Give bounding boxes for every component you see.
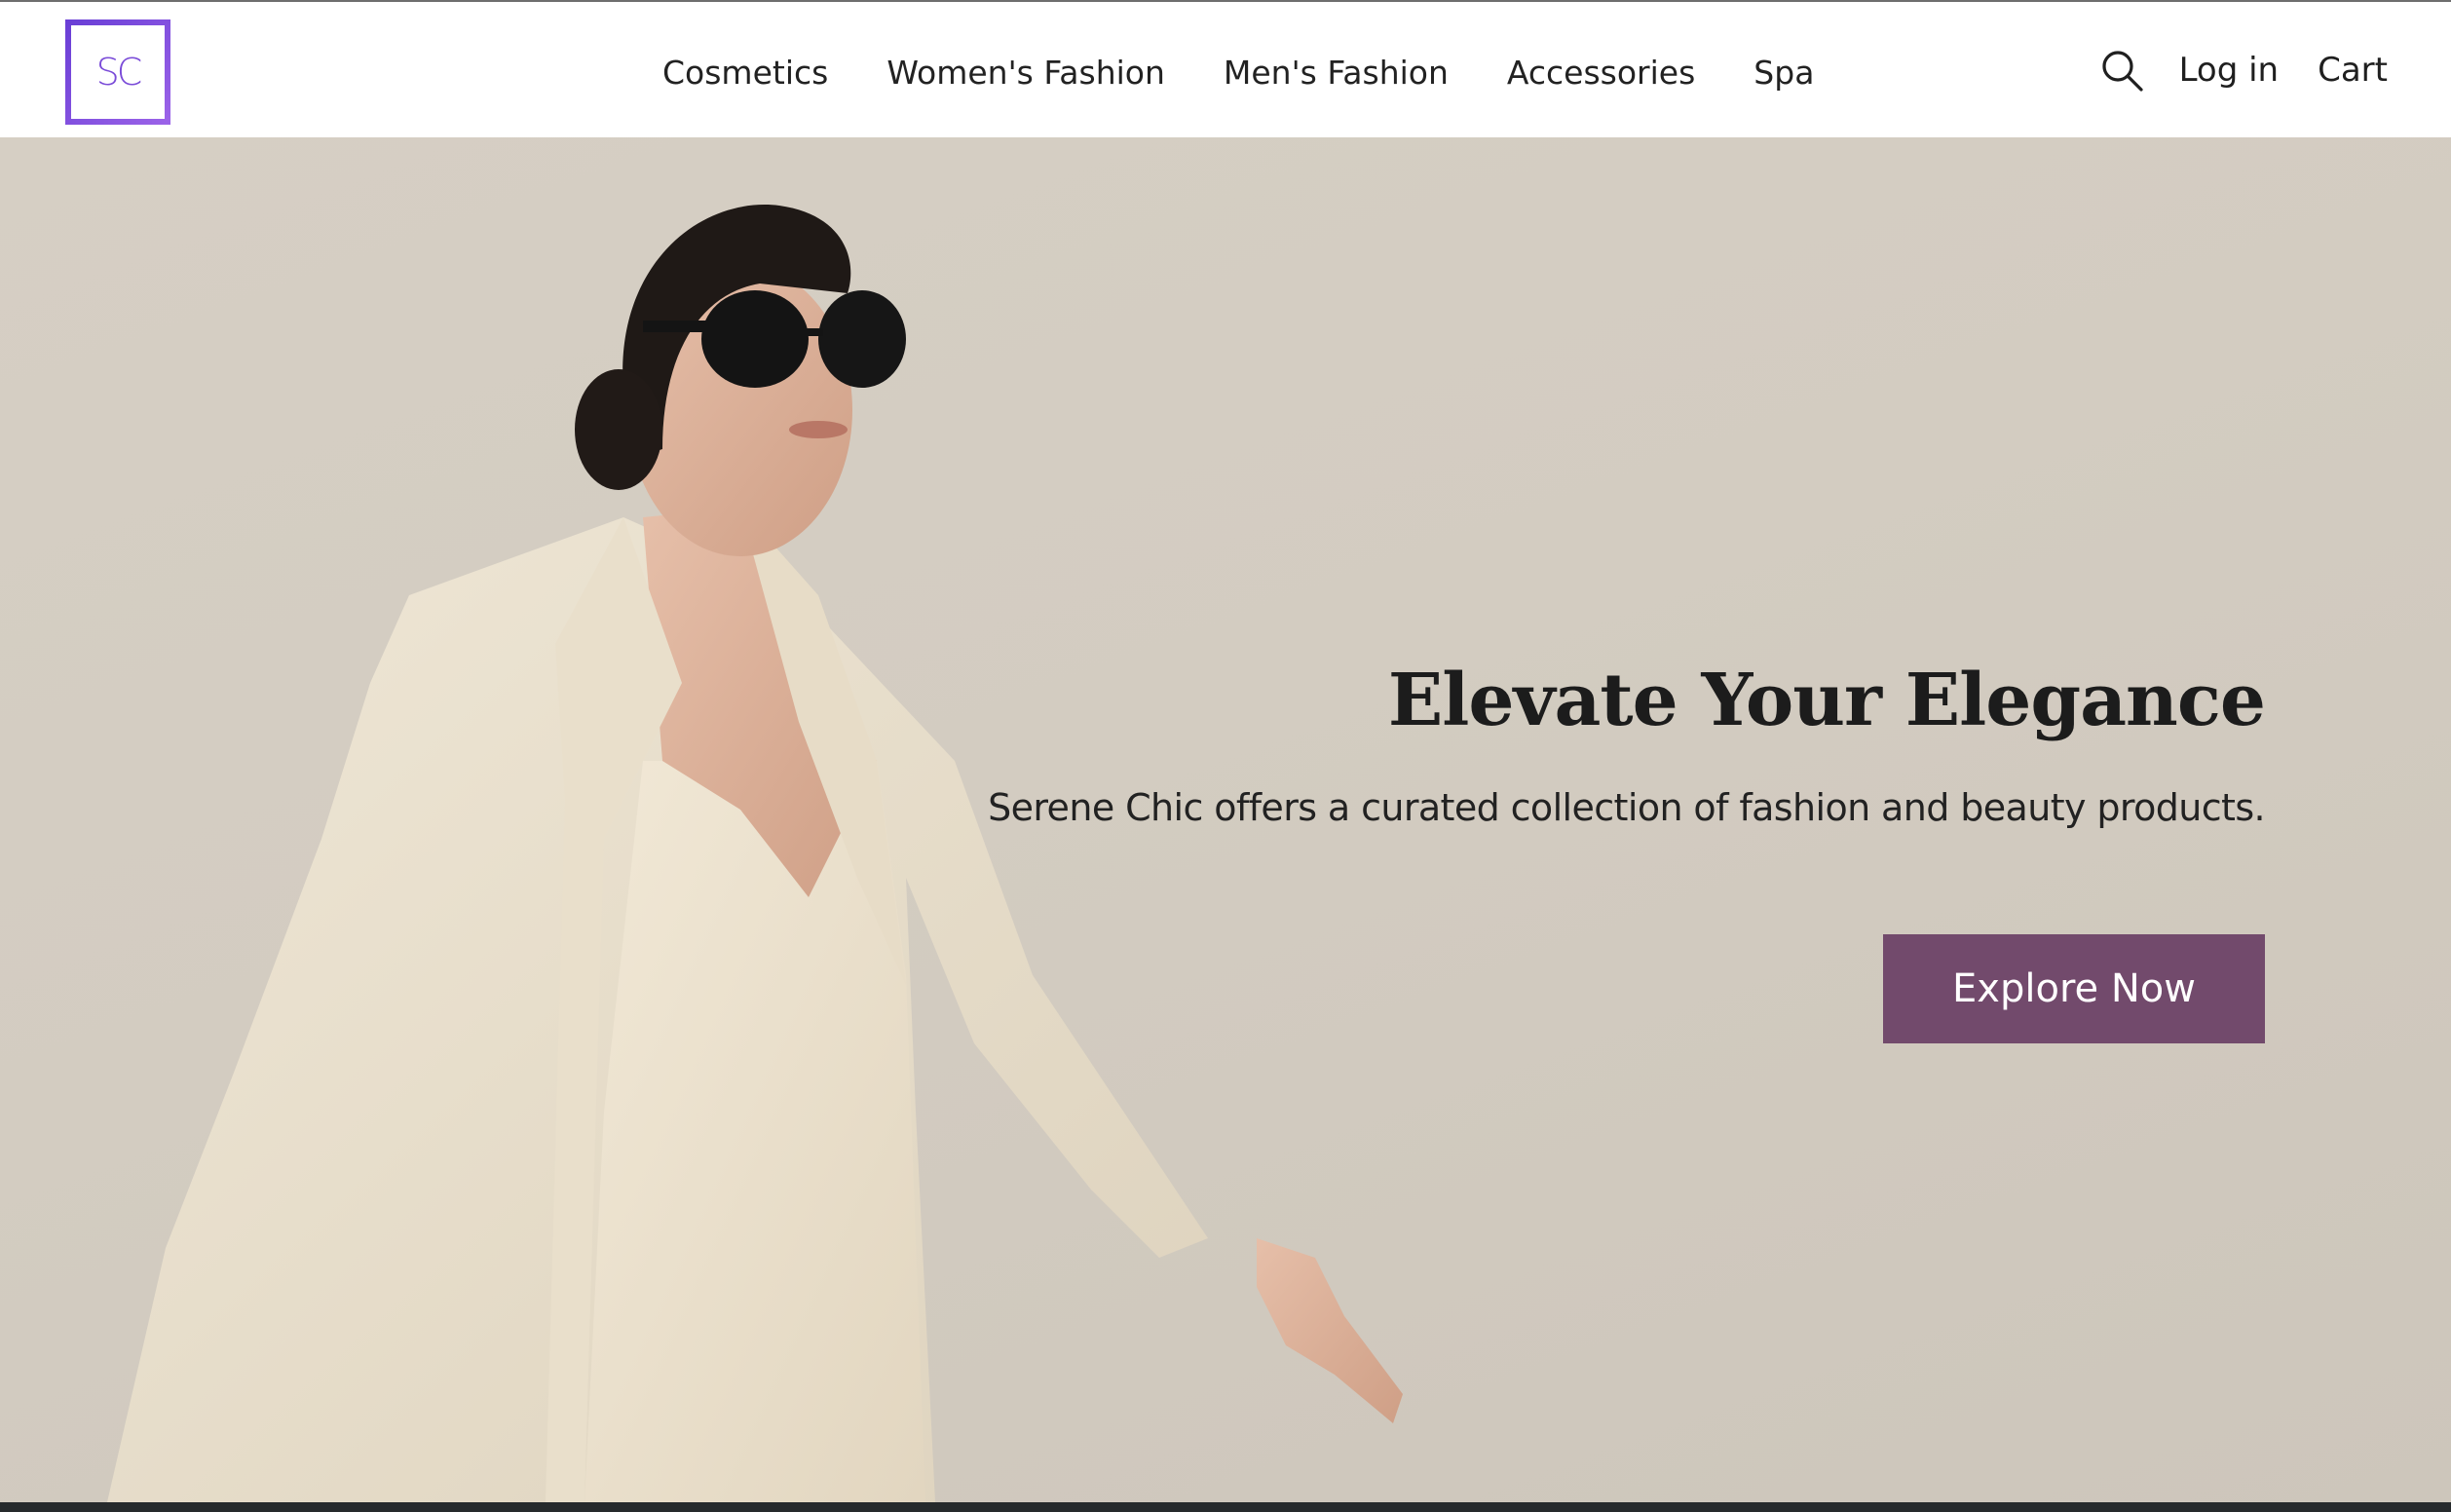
page: SC Cosmetics Women's Fashion Men's Fashi… [0, 0, 2451, 1502]
search-icon[interactable] [2099, 48, 2144, 93]
nav-item-cosmetics[interactable]: Cosmetics [662, 47, 828, 99]
hero-content: Elevate Your Elegance Serene Chic offers… [901, 654, 2266, 1043]
hero-title: Elevate Your Elegance [1387, 659, 2266, 742]
nav-item-accessories[interactable]: Accessories [1507, 47, 1695, 99]
nav-item-spa[interactable]: Spa [1753, 47, 1814, 99]
nav-item-womens-fashion[interactable]: Women's Fashion [886, 47, 1165, 99]
logo-text: SC [95, 51, 143, 94]
cart-link[interactable]: Cart [2318, 43, 2388, 97]
hero-subtitle: Serene Chic offers a curated collection … [988, 786, 2266, 829]
header-actions: Log in Cart [2099, 43, 2388, 97]
explore-now-button[interactable]: Explore Now [1883, 934, 2265, 1043]
window-bottom-edge [0, 1502, 2451, 1512]
site-header: SC Cosmetics Women's Fashion Men's Fashi… [0, 0, 2451, 137]
brand-logo[interactable]: SC [65, 19, 170, 125]
login-link[interactable]: Log in [2179, 43, 2280, 97]
nav-item-mens-fashion[interactable]: Men's Fashion [1224, 47, 1449, 99]
main-nav: Cosmetics Women's Fashion Men's Fashion … [662, 47, 1814, 99]
hero-banner: Elevate Your Elegance Serene Chic offers… [0, 137, 2451, 1502]
